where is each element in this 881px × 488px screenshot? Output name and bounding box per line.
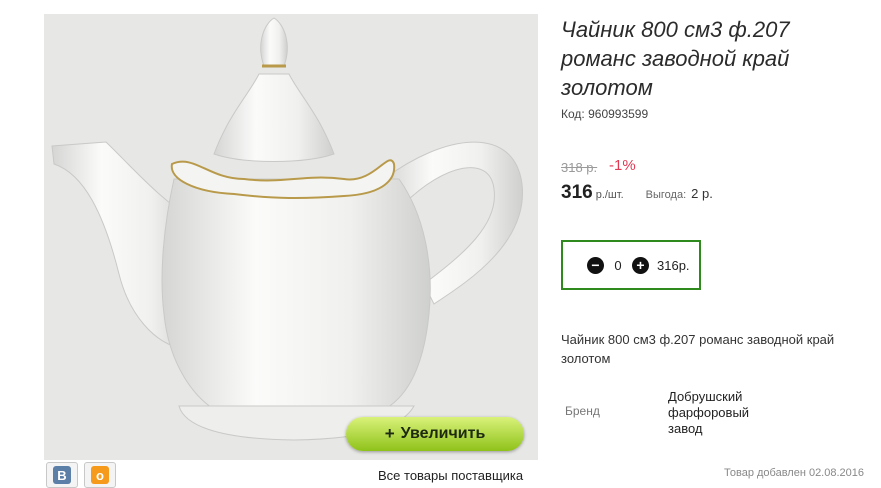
odnoklassniki-icon: о [91,466,109,484]
odnoklassniki-share-button[interactable]: о [84,462,116,488]
benefit-value: 2 р. [691,186,713,201]
cart-sum: 316р. [657,257,690,273]
minus-circle-icon[interactable]: − [587,256,604,274]
plus-icon: + [384,424,395,443]
quantity-value: 0 [614,257,622,273]
code-value: 960993599 [588,107,649,121]
price-block: 316 р./шт. Выгода: 2 р. [561,182,713,204]
zoom-button[interactable]: + Увеличить [346,417,524,451]
product-code: Код: 960993599 [561,107,648,121]
brand-value[interactable]: Добрушский фарфоровый завод [668,389,778,437]
product-image[interactable]: + Увеличить [44,14,538,460]
brand-label: Бренд [565,404,600,418]
added-date: Товар добавлен 02.08.2016 [724,467,865,479]
benefit-label: Выгода: [645,189,687,201]
teapot-illustration [51,17,523,441]
plus-circle-icon[interactable]: + [632,256,649,274]
discount-badge: -1% [609,157,636,174]
code-label: Код: [561,107,585,121]
social-share: В о [46,462,116,488]
quantity-stepper: − 0 + 316р. [561,240,701,290]
zoom-label: Увеличить [400,425,486,442]
vk-share-button[interactable]: В [46,462,78,488]
product-description: Чайник 800 см3 ф.207 романс заводной кра… [561,332,835,366]
product-title: Чайник 800 см3 ф.207 романс заводной кра… [561,17,790,100]
vk-icon: В [53,466,71,484]
old-price: 318 р. [561,160,598,175]
price-unit: р./шт. [595,189,624,201]
price-value: 316 [561,182,593,203]
